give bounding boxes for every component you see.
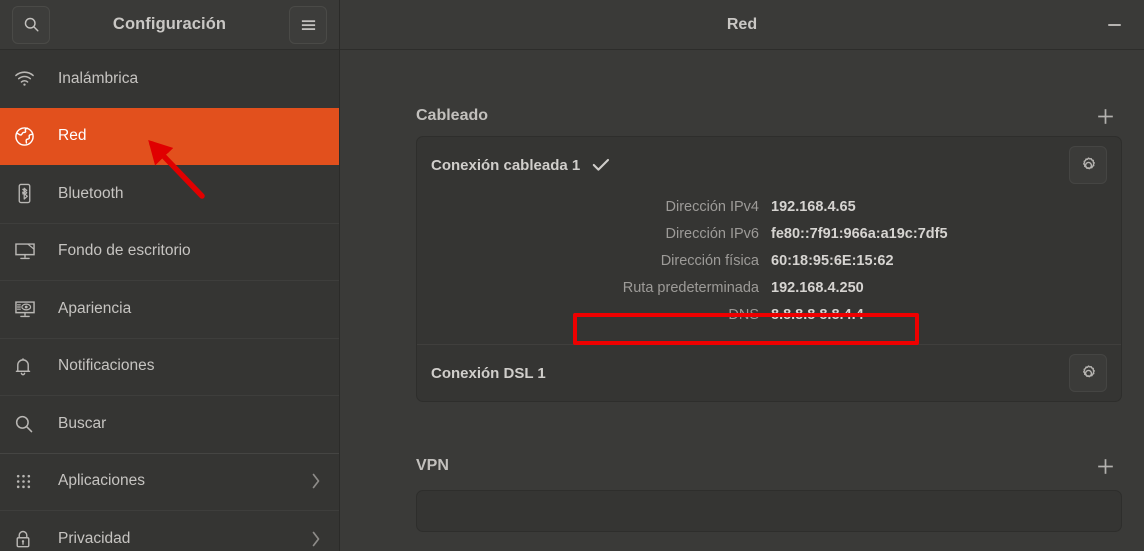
search-icon — [24, 17, 39, 32]
detail-key: Dirección física — [660, 252, 759, 269]
sidebar-title: Configuración — [112, 15, 227, 33]
sidebar-item-label: Notificaciones — [58, 357, 155, 375]
connection-row-dsl-1: Conexión DSL 1 — [417, 344, 1121, 401]
sidebar-item-label: Bluetooth — [58, 184, 124, 202]
wired-connections-card: Conexión cableada 1 Dirección IPv4 192.1… — [416, 136, 1122, 402]
plus-icon — [1097, 108, 1113, 124]
sidebar-item-notificaciones[interactable]: Notificaciones — [0, 337, 339, 396]
main-headerbar: Red — [340, 0, 1144, 50]
section-title: VPN — [416, 457, 449, 474]
lock-icon — [14, 529, 44, 549]
sidebar-item-label: Aplicaciones — [58, 472, 146, 490]
sidebar-item-fondo-de-escritorio[interactable]: Fondo de escritorio — [0, 222, 339, 281]
detail-row: Dirección IPv4 192.168.4.65 — [431, 193, 1107, 220]
detail-value: fe80::7f91:966a:a19c:7df5 — [771, 225, 948, 242]
connection-settings-button-cableada-1[interactable] — [1069, 146, 1107, 184]
bell-icon — [14, 356, 44, 377]
wifi-icon — [14, 70, 44, 87]
detail-value: 192.168.4.65 — [771, 198, 856, 215]
sidebar-item-privacidad[interactable]: Privacidad — [0, 510, 339, 551]
detail-row-default-route: Ruta predeterminada 192.168.4.250 — [431, 274, 1107, 301]
add-vpn-button[interactable] — [1088, 449, 1122, 483]
detail-value: 8.8.8.8 8.8.4.4 — [771, 306, 864, 323]
grid-apps-icon — [14, 472, 44, 491]
main-content: Cableado Conexión cableada 1 Dirección I… — [340, 50, 1144, 551]
sidebar-item-bluetooth[interactable]: Bluetooth — [0, 165, 339, 223]
main-menu-button[interactable] — [289, 5, 327, 44]
sidebar-item-label: Buscar — [58, 414, 107, 432]
sidebar-item-aplicaciones[interactable]: Aplicaciones — [0, 452, 339, 511]
detail-row: DNS 8.8.8.8 8.8.4.4 — [431, 301, 1107, 328]
detail-key: Dirección IPv4 — [665, 198, 759, 215]
sidebar: Configuración Inalámbrica Red Bluetooth … — [0, 0, 340, 551]
sidebar-item-label: Fondo de escritorio — [58, 242, 191, 260]
settings-window: Configuración Inalámbrica Red Bluetooth … — [0, 0, 1144, 551]
bluetooth-icon — [14, 183, 44, 204]
detail-key: DNS — [728, 306, 759, 323]
detail-value: 60:18:95:6E:15:62 — [771, 252, 894, 269]
detail-key: Dirección IPv6 — [665, 225, 759, 242]
hamburger-menu-icon — [301, 19, 315, 30]
sidebar-item-apariencia[interactable]: Apariencia — [0, 280, 339, 338]
sidebar-item-inalambrica[interactable]: Inalámbrica — [0, 50, 339, 108]
search-button[interactable] — [12, 5, 50, 44]
connection-details: Dirección IPv4 192.168.4.65 Dirección IP… — [431, 193, 1107, 344]
appearance-monitor-icon — [14, 299, 44, 319]
sidebar-headerbar: Configuración — [0, 0, 339, 50]
detail-row: Dirección física 60:18:95:6E:15:62 — [431, 247, 1107, 274]
add-wired-connection-button[interactable] — [1088, 99, 1122, 133]
gear-icon — [1082, 156, 1095, 169]
sidebar-item-label: Inalámbrica — [58, 69, 139, 87]
section-header-cableado: Cableado — [416, 96, 1122, 136]
sidebar-item-label: Privacidad — [58, 529, 131, 547]
plus-icon — [1097, 458, 1113, 474]
minimize-button[interactable] — [1098, 9, 1130, 41]
page-title: Red — [726, 15, 758, 33]
vpn-card — [416, 490, 1122, 532]
connection-row-cableada-1: Conexión cableada 1 Dirección IPv4 192.1… — [417, 137, 1121, 344]
connection-name: Conexión DSL 1 — [431, 364, 546, 382]
main-panel: Red Cableado Conexión cableada 1 Direcci… — [340, 0, 1144, 551]
sidebar-item-label: Red — [58, 127, 87, 145]
connection-settings-button-dsl-1[interactable] — [1069, 354, 1107, 392]
connection-name: Conexión cableada 1 — [431, 156, 581, 174]
minimize-icon — [1107, 23, 1121, 26]
detail-value: 192.168.4.250 — [771, 279, 864, 296]
detail-key: Ruta predeterminada — [622, 279, 759, 296]
section-header-vpn: VPN — [416, 446, 1122, 486]
chevron-right-icon — [311, 472, 321, 490]
search-icon — [14, 414, 44, 434]
section-title: Cableado — [416, 107, 489, 124]
sidebar-item-label: Apariencia — [58, 299, 132, 317]
sidebar-item-buscar[interactable]: Buscar — [0, 395, 339, 453]
detail-row: Dirección IPv6 fe80::7f91:966a:a19c:7df5 — [431, 220, 1107, 247]
sidebar-item-red[interactable]: Red — [0, 107, 339, 165]
desktop-monitor-icon — [14, 241, 44, 261]
gear-icon — [1082, 364, 1095, 377]
globe-icon — [14, 126, 44, 147]
sidebar-item-list: Inalámbrica Red Bluetooth Fondo de escri… — [0, 50, 339, 551]
chevron-right-icon — [311, 530, 321, 548]
checkmark-icon — [592, 158, 610, 172]
